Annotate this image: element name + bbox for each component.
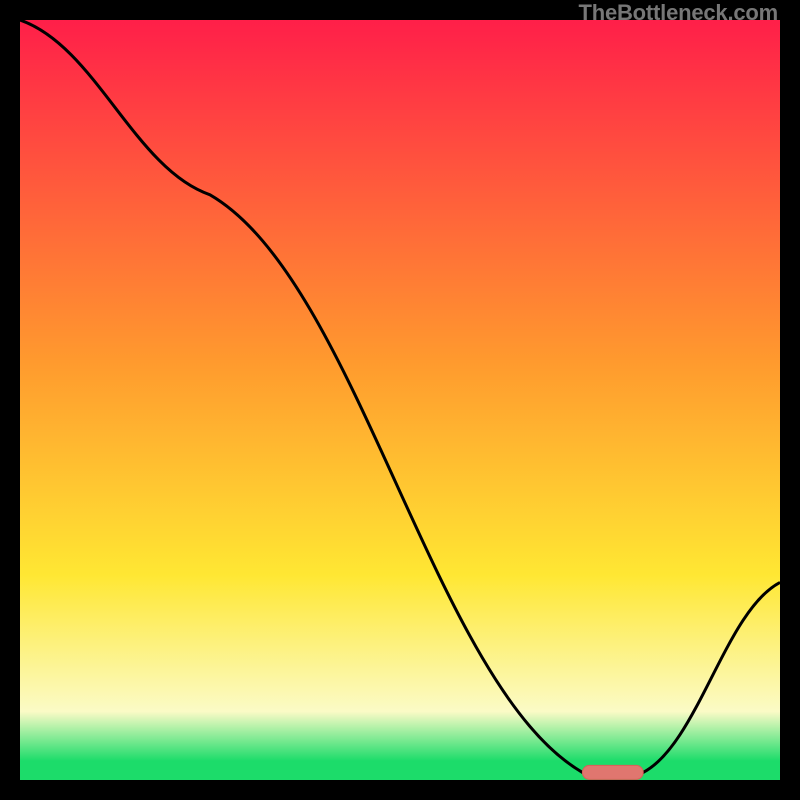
plot-area — [20, 20, 780, 780]
gradient-background — [20, 20, 780, 780]
watermark-text: TheBottleneck.com — [578, 0, 778, 26]
